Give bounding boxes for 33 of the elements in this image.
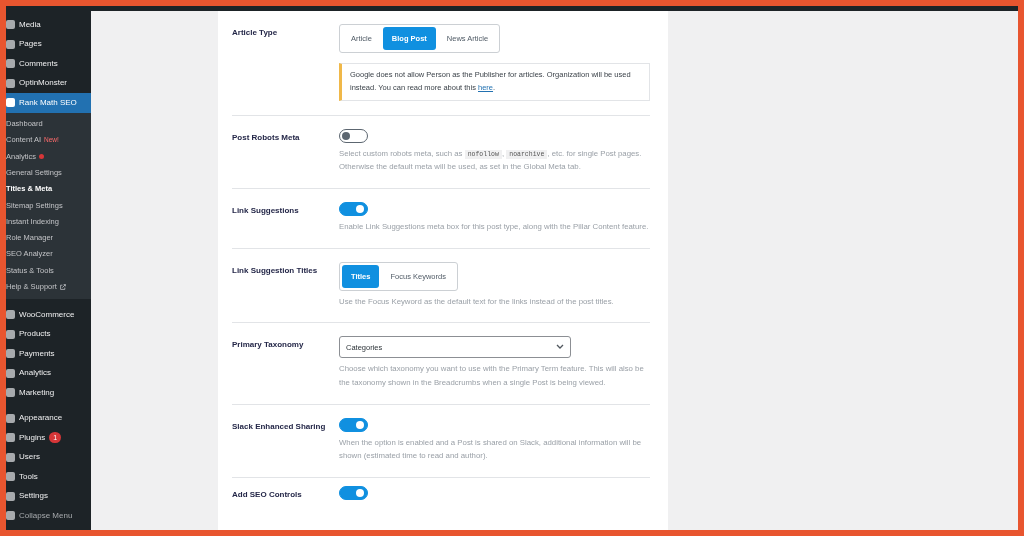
- setting-label: Slack Enhanced Sharing: [232, 420, 327, 433]
- sidebar-item[interactable]: Pages: [6, 34, 91, 54]
- toggle-switch[interactable]: [339, 485, 368, 500]
- toggle-switch[interactable]: [339, 201, 368, 216]
- sidebar-item[interactable]: Tools: [6, 466, 91, 487]
- chevron-down-icon: [556, 344, 564, 351]
- toggle-switch[interactable]: [339, 128, 368, 143]
- setting-label: Article Type: [232, 27, 279, 39]
- menu-icon: [6, 511, 15, 520]
- sidebar-item[interactable]: Appearance: [6, 408, 91, 428]
- sidebar-item[interactable]: Users: [6, 447, 91, 467]
- sidebar-item[interactable]: OptinMonster: [6, 73, 91, 93]
- setting-label: Primary Taxonomy: [232, 339, 305, 352]
- setting-label: Link Suggestion Titles: [232, 264, 319, 277]
- menu-icon: [6, 472, 15, 481]
- toggle-switch[interactable]: [339, 417, 368, 432]
- sidebar-item[interactable]: Products: [6, 324, 91, 344]
- menu-icon: [6, 388, 15, 397]
- menu-icon: [6, 433, 15, 442]
- menu-icon: [6, 349, 15, 358]
- sidebar-item[interactable]: Collapse Menu: [6, 505, 91, 526]
- menu-icon: [6, 310, 15, 319]
- setting-label: Link Suggestions: [232, 204, 300, 217]
- sidebar-item[interactable]: WooCommerce: [6, 304, 91, 325]
- sidebar-item[interactable]: Payments: [6, 343, 91, 364]
- sidebar-item[interactable]: Settings: [6, 486, 91, 506]
- sidebar-item[interactable]: Marketing: [6, 382, 91, 403]
- setting-label: Add SEO Controls: [232, 488, 303, 501]
- sidebar-item[interactable]: Analytics: [6, 363, 91, 383]
- sidebar-item[interactable]: Media: [6, 15, 91, 35]
- sidebar-item[interactable]: Rank Math SEO: [6, 93, 91, 113]
- sidebar-item[interactable]: Comments: [6, 54, 91, 74]
- setting-label: Post Robots Meta: [232, 131, 301, 144]
